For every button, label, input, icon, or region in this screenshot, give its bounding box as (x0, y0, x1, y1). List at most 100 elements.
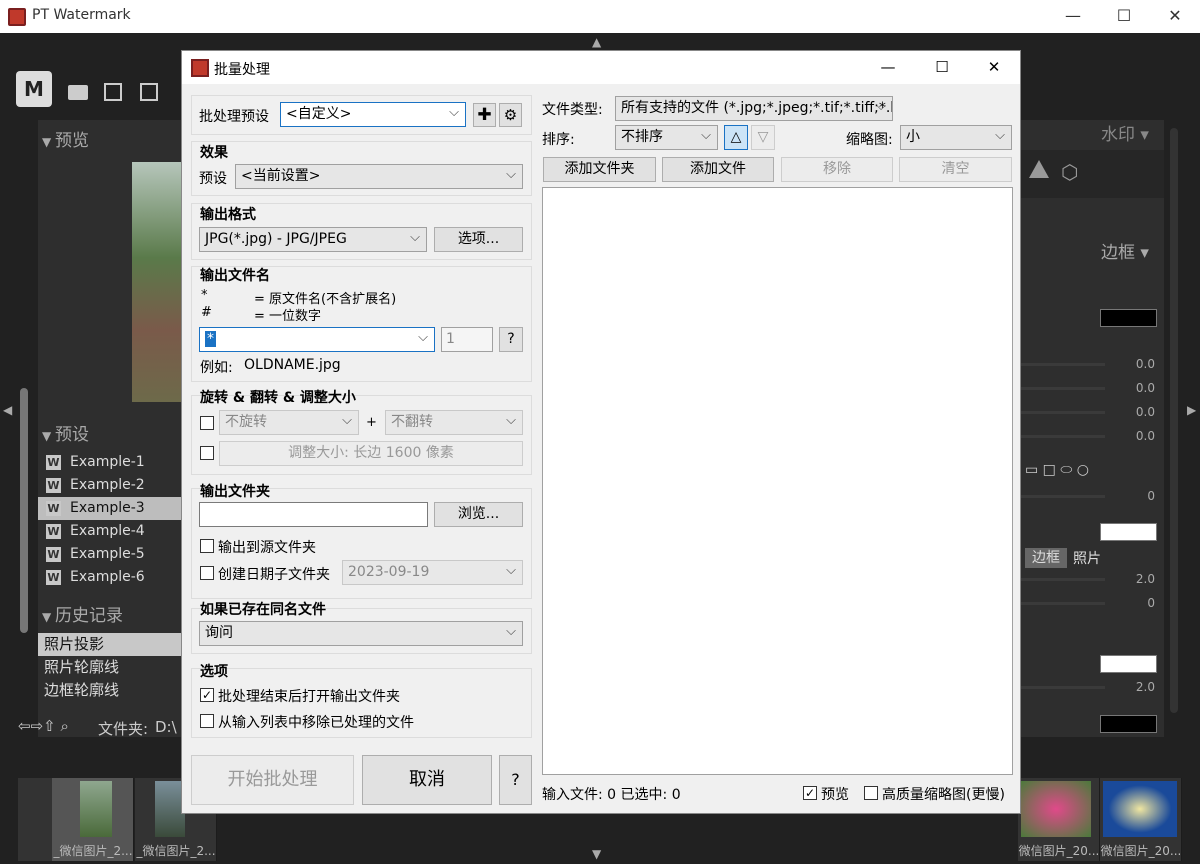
dialog-maximize-button[interactable]: ☐ (916, 51, 968, 83)
preview-header[interactable]: ▼ 预览 (42, 126, 89, 151)
batch-preset-select[interactable]: <自定义> (280, 102, 466, 127)
tab-photo[interactable]: 照片 (1073, 548, 1101, 568)
color-swatch-white-2[interactable] (1100, 655, 1157, 673)
presets-header[interactable]: ▼ 预设 (42, 420, 89, 445)
slider-track[interactable] (1021, 578, 1105, 581)
start-batch-button[interactable]: 开始批处理 (191, 755, 354, 805)
to-source-checkbox[interactable] (200, 539, 214, 553)
open-folder-icon[interactable] (68, 85, 88, 100)
filetype-select[interactable]: 所有支持的文件 (*.jpg;*.jpeg;*.tif;*.tiff;*.h (615, 96, 893, 121)
slider-track[interactable] (1021, 686, 1105, 689)
watermark-logo-icon[interactable]: M (16, 71, 52, 107)
add-preset-icon[interactable]: ✚ (473, 103, 496, 127)
preset-item[interactable]: W Example-4 (38, 520, 181, 543)
thumbnail-selected[interactable]: _微信图片_2... (52, 778, 134, 861)
hq-thumbnail-label[interactable]: 高质量缩略图(更慢) (882, 784, 1005, 804)
color-swatch-black[interactable] (1100, 309, 1157, 327)
left-scrollbar[interactable] (20, 388, 28, 633)
thumb-caption: _微信图片_2... (53, 844, 133, 858)
slider-track[interactable] (1021, 495, 1105, 498)
remove-button[interactable]: 移除 (781, 157, 893, 182)
hq-thumbnail-checkbox[interactable] (864, 786, 878, 800)
thumbnail-size-select[interactable]: 小 (900, 125, 1012, 150)
dialog-minimize-button[interactable]: — (862, 51, 914, 83)
tab-border[interactable]: 边框 (1025, 548, 1067, 568)
border-shape-icons[interactable]: ▭ □ ⬭ ○ (1025, 462, 1089, 478)
collapse-right-icon[interactable]: ▶ (1187, 403, 1196, 417)
close-button[interactable]: ✕ (1152, 0, 1198, 33)
exists-select[interactable]: 询问 (199, 621, 523, 646)
to-source-label[interactable]: 输出到源文件夹 (218, 537, 316, 557)
remove-processed-checkbox[interactable] (200, 714, 214, 728)
rotate-checkbox[interactable] (200, 416, 214, 430)
color-swatch-black-2[interactable] (1100, 715, 1157, 733)
preset-item[interactable]: W Example-2 (38, 474, 181, 497)
slider-track[interactable] (1021, 387, 1105, 390)
history-item[interactable]: 照片投影 (38, 633, 181, 656)
preset-item[interactable]: W Example-5 (38, 543, 181, 566)
resize-button[interactable]: 调整大小: 长边 1600 像素 (219, 441, 523, 466)
format-select[interactable]: JPG(*.jpg) - JPG/JPEG (199, 227, 427, 252)
add-file-button[interactable]: 添加文件 (662, 157, 774, 182)
open-output-checkbox[interactable]: ✓ (200, 688, 214, 702)
preview-checkbox[interactable]: ✓ (803, 786, 817, 800)
triangle-down-icon: ▼ (42, 610, 56, 624)
slider-track[interactable] (1021, 602, 1105, 605)
collapse-bottom-icon[interactable]: ▼ (592, 847, 601, 861)
thumb-partial[interactable] (18, 778, 52, 861)
date-subfolder-label[interactable]: 创建日期子文件夹 (218, 564, 330, 584)
add-folder-button[interactable]: 添加文件夹 (543, 157, 656, 182)
example-value: OLDNAME.jpg (244, 357, 341, 373)
history-item[interactable]: 边框轮廓线 (38, 679, 181, 702)
outfolder-input[interactable] (199, 502, 428, 527)
slider-track[interactable] (1021, 435, 1105, 438)
thumbnail[interactable]: 微信图片_20... (1018, 778, 1100, 861)
help-button[interactable]: ? (499, 755, 532, 805)
save-icon[interactable] (104, 83, 122, 101)
maximize-button[interactable]: ☐ (1101, 0, 1147, 33)
sort-descending-icon[interactable]: ▽ (751, 125, 775, 150)
preset-item[interactable]: W Example-1 (38, 451, 181, 474)
history-item[interactable]: 照片轮廓线 (38, 656, 181, 679)
gear-icon[interactable]: ⚙ (499, 103, 522, 127)
thumbnail[interactable]: 微信图片_20... (1100, 778, 1182, 861)
sort-ascending-icon[interactable]: △ (724, 125, 748, 150)
watermark-header[interactable]: 水印 ▾ (1101, 120, 1149, 145)
preset-item[interactable]: W Example-6 (38, 566, 181, 589)
resize-checkbox[interactable] (200, 446, 214, 460)
open-output-label[interactable]: 批处理结束后打开输出文件夹 (218, 686, 400, 706)
collapse-top-icon[interactable]: ▲ (592, 35, 601, 49)
sort-select[interactable]: 不排序 (615, 125, 718, 150)
minimize-button[interactable]: — (1050, 0, 1096, 33)
browse-button[interactable]: 浏览... (434, 502, 523, 527)
nav-arrows-icon[interactable]: ⇦⇨⇧ ⌕ (18, 717, 69, 735)
hexagon-shape-icon[interactable]: ⬡ (1061, 160, 1078, 184)
slider-track[interactable] (1021, 363, 1105, 366)
digit-count-input[interactable]: 1 (441, 327, 493, 352)
flip-select[interactable]: 不翻转 (385, 410, 523, 435)
history-header[interactable]: ▼ 历史记录 (42, 601, 123, 626)
right-scrollbar[interactable] (1170, 128, 1178, 713)
date-select[interactable]: 2023-09-19 (342, 560, 523, 585)
dialog-close-button[interactable]: ✕ (968, 51, 1020, 83)
preset-item-selected[interactable]: W Example-3 (38, 497, 181, 520)
collapse-left-icon[interactable]: ◀ (3, 403, 12, 417)
filename-help-button[interactable]: ? (499, 327, 523, 352)
rotate-select[interactable]: 不旋转 (219, 410, 359, 435)
clear-button[interactable]: 清空 (899, 157, 1012, 182)
main-window-title: PT Watermark (32, 7, 131, 23)
save-as-icon[interactable] (140, 83, 158, 101)
format-options-button[interactable]: 选项... (434, 227, 523, 252)
preview-label[interactable]: 预览 (821, 784, 849, 804)
border-header[interactable]: 边框 ▾ (1101, 238, 1149, 263)
file-list[interactable] (542, 187, 1013, 775)
triangle-shape-icon[interactable] (1029, 160, 1049, 178)
slider-track[interactable] (1021, 411, 1105, 414)
remove-processed-label[interactable]: 从输入列表中移除已处理的文件 (218, 712, 414, 732)
outfolder-header: 输出文件夹 (200, 484, 270, 500)
date-subfolder-checkbox[interactable] (200, 566, 214, 580)
color-swatch-white[interactable] (1100, 523, 1157, 541)
cancel-button[interactable]: 取消 (362, 755, 492, 805)
filename-pattern-input[interactable]: * (199, 327, 435, 352)
effect-preset-select[interactable]: <当前设置> (235, 164, 523, 189)
